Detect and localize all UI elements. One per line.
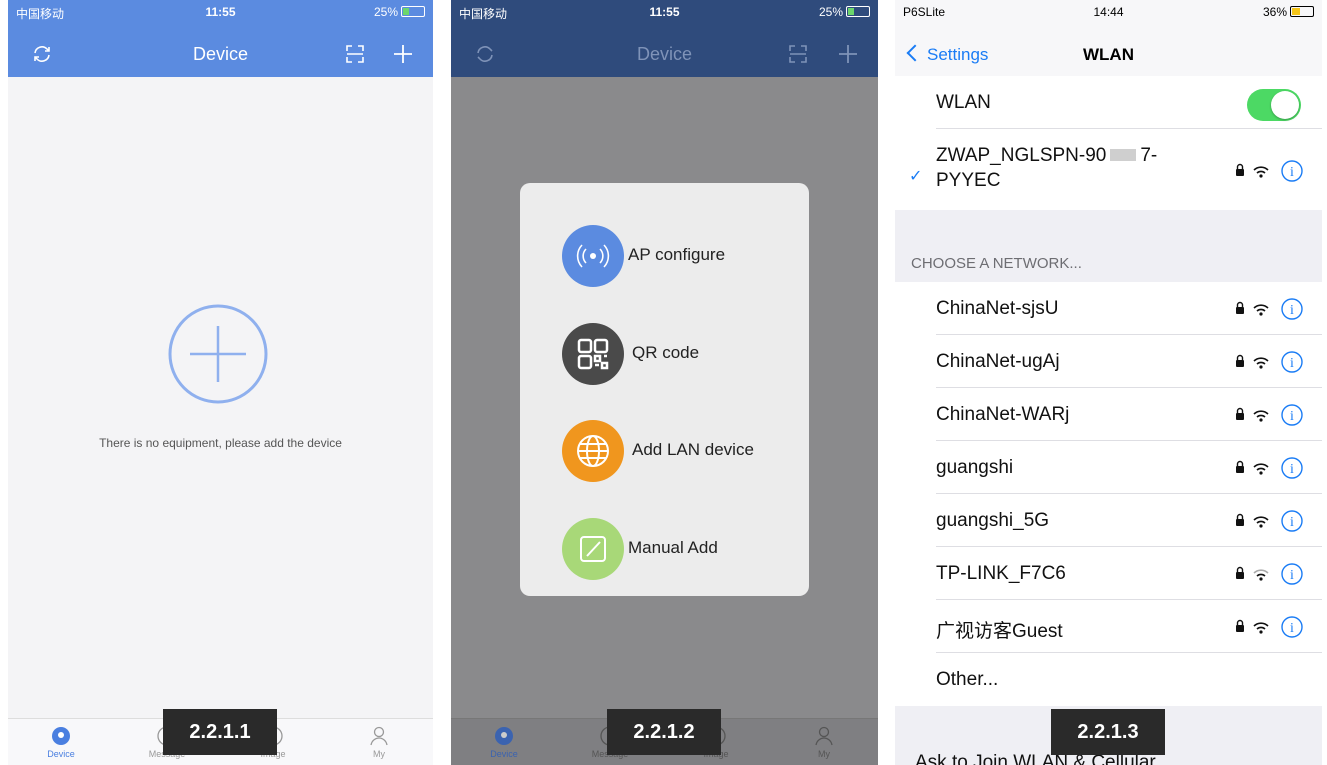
add-icon (839, 45, 857, 63)
network-status-icons: i (1236, 298, 1303, 320)
tab-label: My (373, 749, 385, 759)
svg-text:i: i (1290, 462, 1294, 477)
menu-item-manual-add[interactable]: Manual Add (562, 518, 802, 580)
menu-item-label: AP configure (628, 245, 726, 264)
tab-label: My (818, 749, 830, 759)
tab-device[interactable]: Device (26, 725, 96, 759)
network-status-icons: i (1236, 404, 1303, 426)
network-row[interactable]: TP-LINK_F7C6 i (895, 547, 1322, 600)
status-time: 11:55 (205, 5, 236, 19)
network-status-icons: i (1236, 563, 1303, 585)
battery-level: 25% (818, 5, 843, 19)
nav-bar: 中国移动 11:55 25% Device (451, 0, 878, 77)
tab-label: Device (47, 749, 75, 759)
status-time: 14:44 (1093, 5, 1124, 19)
network-row[interactable]: ChinaNet-sjsU i (895, 282, 1322, 335)
status-bar: 中国移动 11:55 25% (8, 0, 433, 22)
wlan-label: WLAN (936, 92, 991, 113)
page-title: WLAN (1083, 45, 1134, 64)
svg-text:i: i (1290, 356, 1294, 371)
network-row-other[interactable]: Other... (895, 653, 1322, 706)
figure-label: 2.2.1.1 (163, 709, 277, 755)
empty-message: There is no equipment, please add the de… (99, 436, 342, 450)
scan-icon[interactable] (343, 42, 367, 66)
network-list: ChinaNet-sjsU i ChinaNet-ugAj i ChinaNet… (895, 282, 1322, 706)
svg-text:i: i (1290, 165, 1294, 180)
scan-icon (789, 45, 807, 63)
menu-item-label: QR code (632, 343, 700, 362)
other-label: Other... (936, 669, 999, 690)
network-status-icons: i (1236, 616, 1303, 638)
status-bar: 中国移动 11:55 25% (451, 0, 878, 22)
battery-level: 36% (1262, 5, 1287, 19)
nav-title: Device (636, 44, 693, 64)
network-row[interactable]: guangshi_5G i (895, 494, 1322, 547)
menu-item-add-lan-device[interactable]: Add LAN device (562, 420, 802, 482)
svg-text:i: i (1290, 303, 1294, 318)
redacted-block (1110, 149, 1137, 161)
edit-icon (580, 536, 606, 562)
qr-code-icon (577, 338, 609, 370)
add-icon[interactable] (391, 42, 415, 66)
tab-my[interactable]: My (789, 725, 859, 759)
nav-bar: 中国移动 11:55 25% Device (8, 0, 433, 77)
add-device-circle-icon[interactable] (168, 304, 268, 404)
screen-device-empty: 中国移动 11:55 25% Device There is no equipm… (8, 0, 433, 765)
battery-level: 25% (373, 5, 398, 19)
tab-device[interactable]: Device (469, 725, 539, 759)
menu-item-label: Add LAN device (632, 440, 754, 459)
status-bar: P6SLite 14:44 36% (895, 0, 1322, 22)
connected-network-name[interactable]: ZWAP_NGLSPN-90 7- PYYEC (936, 143, 1157, 193)
tab-my[interactable]: My (344, 725, 414, 759)
screen-add-menu: 中国移动 11:55 25% Device There is no equipm… (451, 0, 878, 765)
signal-icon (576, 244, 610, 268)
menu-item-ap-configure[interactable]: AP configure (562, 225, 802, 287)
svg-text:i: i (1290, 515, 1294, 530)
nav-title: Device (192, 44, 249, 64)
user-tab-icon (370, 726, 388, 746)
network-status-icons: i (1236, 457, 1303, 479)
nav-bar: P6SLite 14:44 36% Settings WLAN (895, 0, 1322, 76)
network-status-icons: i (1236, 510, 1303, 532)
figure-label: 2.2.1.3 (1051, 709, 1165, 755)
battery-icon (846, 6, 870, 17)
wlan-toggle[interactable] (1247, 89, 1301, 121)
status-time: 11:55 (649, 5, 680, 19)
battery-icon (401, 6, 425, 17)
add-device-popup: AP configure QR code Add LAN device Manu… (520, 183, 809, 596)
menu-item-qr-code[interactable]: QR code (562, 323, 802, 385)
figure-label: 2.2.1.2 (607, 709, 721, 755)
section-header: CHOOSE A NETWORK... (911, 255, 1082, 272)
network-row[interactable]: 广视访客Guest i (895, 600, 1322, 653)
menu-item-label: Manual Add (628, 538, 718, 557)
network-status-icons: i (1236, 351, 1303, 373)
globe-icon (577, 435, 609, 467)
checkmark-icon: ✓ (909, 168, 923, 185)
user-tab-icon (815, 726, 833, 746)
network-row[interactable]: ChinaNet-ugAj i (895, 335, 1322, 388)
battery-icon (1290, 6, 1314, 17)
svg-text:i: i (1290, 409, 1294, 424)
screen-wlan-settings: P6SLite 14:44 36% Settings WLAN WLAN ✓ Z… (895, 0, 1322, 765)
network-row[interactable]: guangshi i (895, 441, 1322, 494)
svg-text:i: i (1290, 621, 1294, 636)
svg-text:i: i (1290, 568, 1294, 583)
tab-label: Device (490, 749, 518, 759)
network-row[interactable]: ChinaNet-WARj i (895, 388, 1322, 441)
device-tab-icon (495, 727, 513, 745)
connected-network-icons: i (1236, 160, 1303, 182)
device-tab-icon (52, 727, 70, 745)
